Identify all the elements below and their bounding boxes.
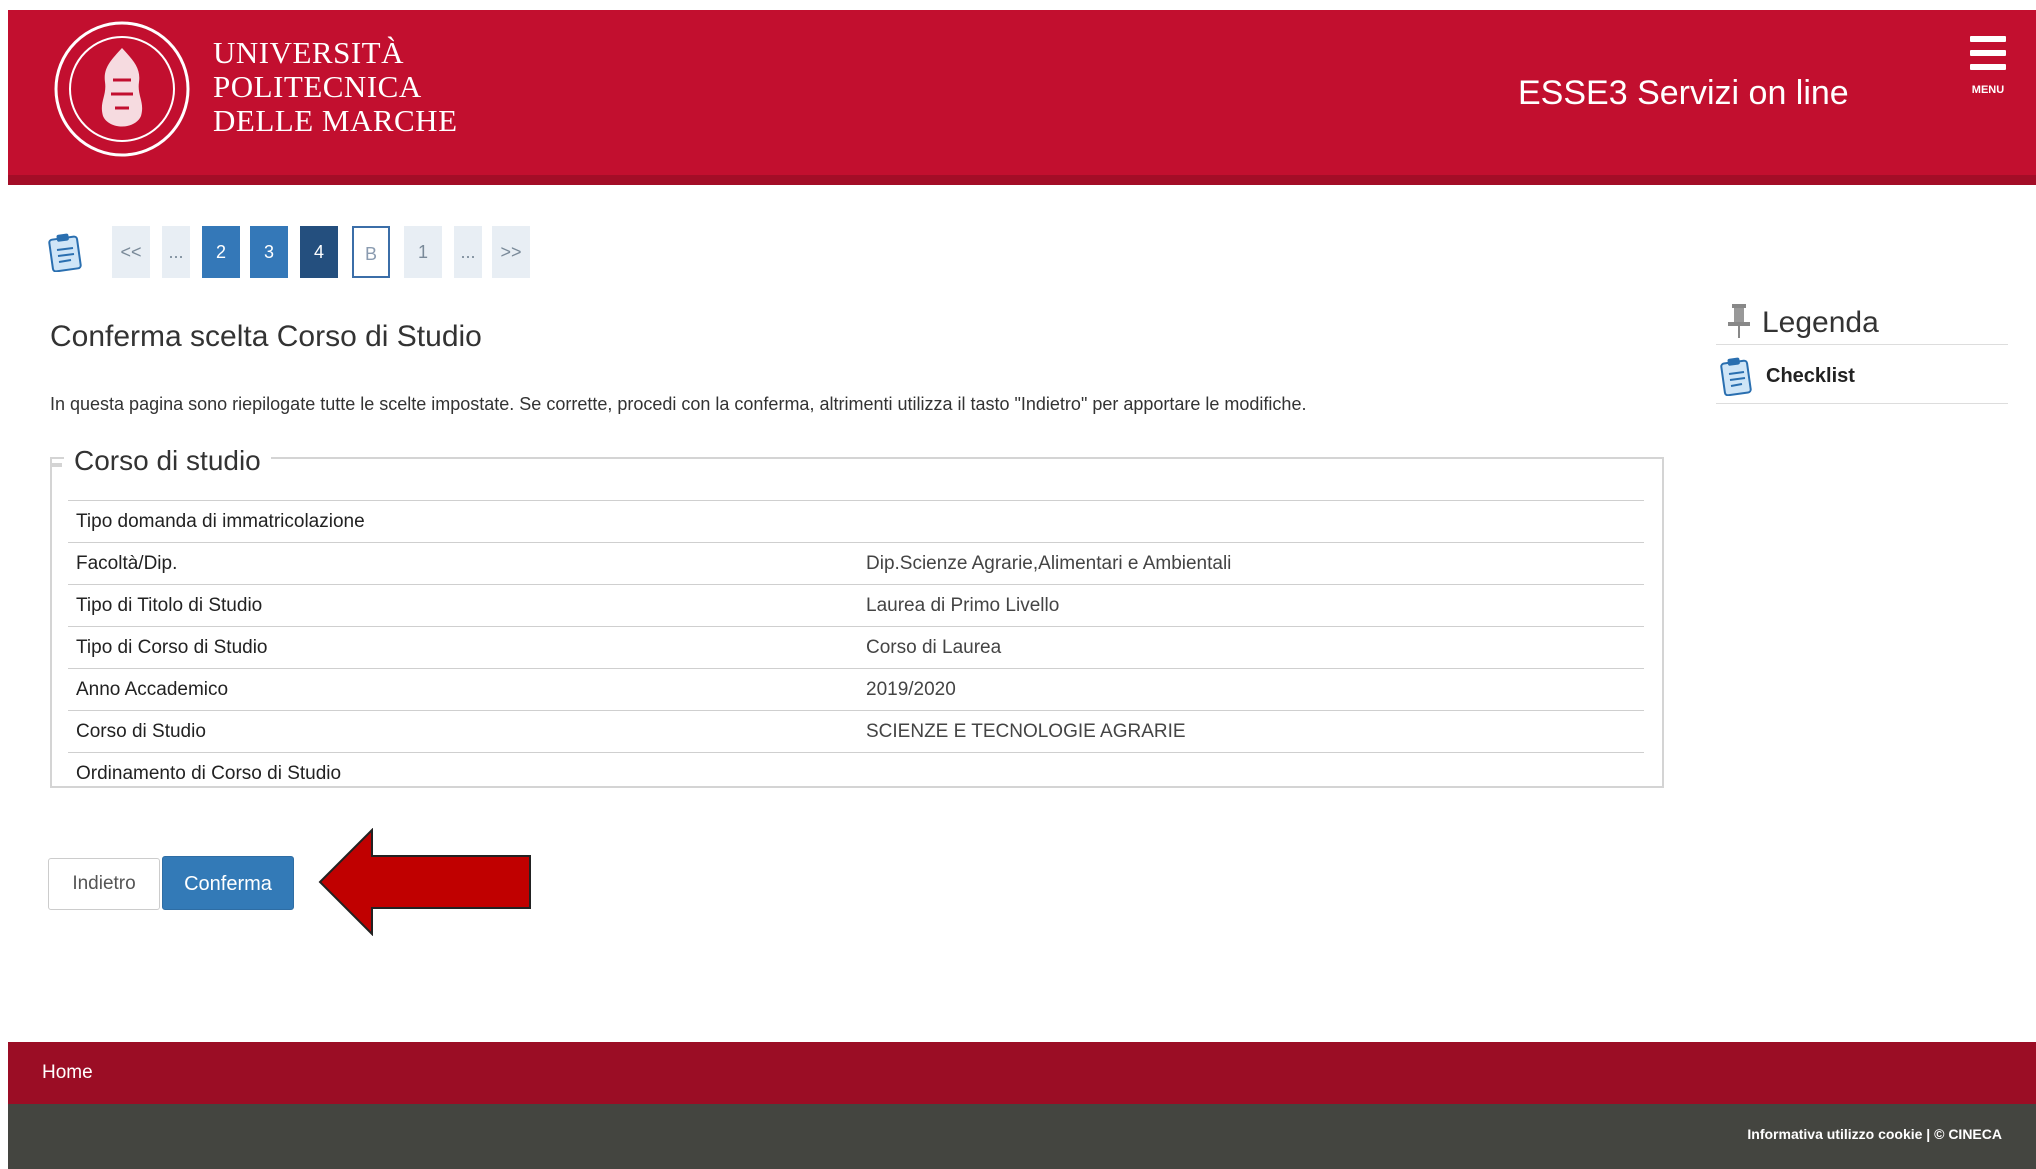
university-name-line-3: DELLE MARCHE	[213, 103, 458, 138]
row-value: Corso di Laurea	[866, 637, 1002, 658]
pointer-arrow-icon	[318, 828, 531, 936]
row-label: Tipo domanda di immatricolazione	[76, 511, 365, 532]
university-seal-icon	[54, 21, 190, 157]
menu-button[interactable]: MENU	[1960, 32, 2016, 102]
step-last[interactable]: >>	[492, 226, 530, 278]
table-row: Anno Accademico 2019/2020	[68, 668, 1644, 710]
table-row: Corso di Studio SCIENZE E TECNOLOGIE AGR…	[68, 710, 1644, 752]
clipboard-icon[interactable]	[48, 232, 84, 272]
table-row: Facoltà/Dip. Dip.Scienze Agrarie,Aliment…	[68, 542, 1644, 584]
university-name-line-1: UNIVERSITÀ	[213, 35, 404, 70]
step-4[interactable]: 4	[300, 226, 338, 278]
row-label: Tipo di Corso di Studio	[76, 637, 268, 658]
step-ellipsis-right: ...	[454, 226, 482, 278]
row-value: SCIENZE E TECNOLOGIE AGRARIE	[866, 721, 1186, 742]
row-label: Tipo di Titolo di Studio	[76, 595, 263, 616]
hamburger-icon-bar	[1970, 36, 2006, 42]
sidebar-divider	[1716, 403, 2008, 404]
back-button[interactable]: Indietro	[48, 858, 160, 910]
row-label: Facoltà/Dip.	[76, 553, 178, 574]
pin-icon	[1728, 304, 1750, 338]
fieldset-legend: Corso di studio	[64, 445, 271, 477]
table-row: Ordinamento di Corso di Studio	[68, 752, 1644, 794]
cookie-info-link[interactable]: Informativa utilizzo cookie | © CINECA	[1747, 1126, 2002, 1142]
university-name-line-2: POLITECNICA	[213, 69, 422, 104]
step-3[interactable]: 3	[250, 226, 288, 278]
table-row: Tipo di Corso di Studio Corso di Laurea	[68, 626, 1644, 668]
step-b-current[interactable]: B	[352, 226, 390, 278]
table-row: Tipo domanda di immatricolazione	[68, 500, 1644, 542]
row-label: Corso di Studio	[76, 721, 206, 742]
checklist-label: Checklist	[1766, 365, 1855, 387]
footer-nav: Home	[8, 1042, 2036, 1104]
footer-bottom: Informativa utilizzo cookie | © CINECA	[8, 1104, 2036, 1169]
step-first[interactable]: <<	[112, 226, 150, 278]
hamburger-icon-bar	[1970, 64, 2006, 70]
page-title: Conferma scelta Corso di Studio	[50, 320, 482, 353]
fieldset-decoration	[50, 463, 62, 467]
checklist-icon	[1720, 357, 1752, 396]
university-name[interactable]: UNIVERSITÀ POLITECNICA DELLE MARCHE	[213, 36, 458, 138]
row-label: Ordinamento di Corso di Studio	[76, 763, 342, 784]
row-value: 2019/2020	[866, 679, 956, 700]
home-link[interactable]: Home	[42, 1062, 93, 1084]
header-border	[8, 175, 2036, 185]
course-summary-table: Tipo domanda di immatricolazione Facoltà…	[68, 500, 1644, 794]
service-title: ESSE3 Servizi on line	[1518, 74, 1849, 112]
row-value: Dip.Scienze Agrarie,Alimentari e Ambient…	[866, 553, 1232, 574]
confirm-button[interactable]: Conferma	[162, 856, 294, 910]
row-value: Laurea di Primo Livello	[866, 595, 1060, 616]
step-1[interactable]: 1	[404, 226, 442, 278]
hamburger-icon-bar	[1970, 50, 2006, 56]
site-header: UNIVERSITÀ POLITECNICA DELLE MARCHE ESSE…	[8, 10, 2036, 175]
step-2[interactable]: 2	[202, 226, 240, 278]
legend-title: Legenda	[1762, 306, 1879, 339]
step-ellipsis-left: ...	[162, 226, 190, 278]
menu-label: MENU	[1971, 84, 2005, 96]
row-label: Anno Accademico	[76, 679, 229, 700]
sidebar-divider	[1716, 344, 2008, 345]
table-row: Tipo di Titolo di Studio Laurea di Primo…	[68, 584, 1644, 626]
intro-text: In questa pagina sono riepilogate tutte …	[50, 394, 1307, 414]
page-frame: UNIVERSITÀ POLITECNICA DELLE MARCHE ESSE…	[8, 10, 2036, 1169]
